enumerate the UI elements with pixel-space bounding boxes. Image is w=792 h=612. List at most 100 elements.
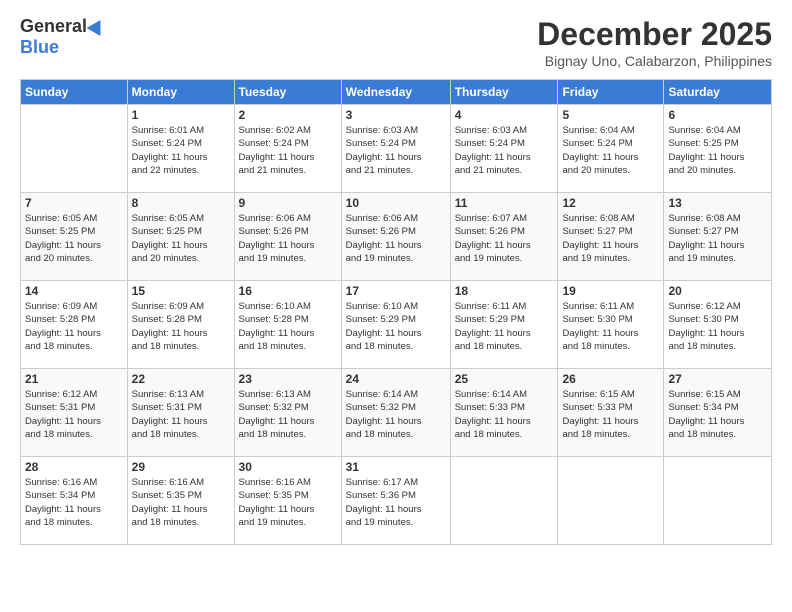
calendar-cell: 21 Sunrise: 6:12 AM Sunset: 5:31 PM Dayli… bbox=[21, 369, 128, 457]
day-info: Sunrise: 6:10 AM Sunset: 5:28 PM Dayligh… bbox=[239, 301, 315, 352]
day-number: 26 bbox=[562, 372, 659, 386]
calendar-cell: 17 Sunrise: 6:10 AM Sunset: 5:29 PM Dayli… bbox=[341, 281, 450, 369]
logo: General Blue bbox=[20, 16, 105, 58]
calendar-cell: 16Sunrise: 6:10 AM Sunset: 5:28 PM Dayli… bbox=[234, 281, 341, 369]
logo-blue-text: Blue bbox=[20, 37, 59, 58]
day-info: Sunrise: 6:09 AM Sunset: 5:28 PM Dayligh… bbox=[132, 301, 208, 352]
day-info: Sunrise: 6:13 AM Sunset: 5:32 PM Dayligh… bbox=[239, 389, 315, 440]
weekday-header: Thursday bbox=[450, 80, 558, 105]
day-number: 2 bbox=[239, 108, 337, 122]
logo-general-text: General bbox=[20, 16, 87, 37]
page-container: General Blue December 2025 Bignay Uno, C… bbox=[0, 0, 792, 555]
day-info: Sunrise: 6:14 AM Sunset: 5:33 PM Dayligh… bbox=[455, 389, 531, 440]
day-info: Sunrise: 6:04 AM Sunset: 5:25 PM Dayligh… bbox=[668, 125, 744, 176]
weekday-header: Tuesday bbox=[234, 80, 341, 105]
calendar-cell: 14Sunrise: 6:09 AM Sunset: 5:28 PM Dayli… bbox=[21, 281, 128, 369]
calendar-cell: 5Sunrise: 6:04 AM Sunset: 5:24 PM Daylig… bbox=[558, 105, 664, 193]
calendar-week-row: 14Sunrise: 6:09 AM Sunset: 5:28 PM Dayli… bbox=[21, 281, 772, 369]
day-number: 29 bbox=[132, 460, 230, 474]
calendar-cell: 2 Sunrise: 6:02 AM Sunset: 5:24 PM Daylig… bbox=[234, 105, 341, 193]
calendar-cell: 12 Sunrise: 6:08 AM Sunset: 5:27 PM Dayli… bbox=[558, 193, 664, 281]
day-info: Sunrise: 6:03 AM Sunset: 5:24 PM Dayligh… bbox=[346, 125, 422, 176]
calendar-cell: 1 Sunrise: 6:01 AM Sunset: 5:24 PM Daylig… bbox=[127, 105, 234, 193]
calendar-header-row: SundayMondayTuesdayWednesdayThursdayFrid… bbox=[21, 80, 772, 105]
calendar-cell bbox=[664, 457, 772, 545]
weekday-header: Friday bbox=[558, 80, 664, 105]
day-info: Sunrise: 6:08 AM Sunset: 5:27 PM Dayligh… bbox=[562, 213, 638, 264]
calendar-cell: 18 Sunrise: 6:11 AM Sunset: 5:29 PM Dayli… bbox=[450, 281, 558, 369]
day-number: 28 bbox=[25, 460, 123, 474]
day-info: Sunrise: 6:05 AM Sunset: 5:25 PM Dayligh… bbox=[132, 213, 208, 264]
day-info: Sunrise: 6:11 AM Sunset: 5:30 PM Dayligh… bbox=[562, 301, 638, 352]
day-number: 4 bbox=[455, 108, 554, 122]
location-title: Bignay Uno, Calabarzon, Philippines bbox=[537, 53, 772, 69]
day-info: Sunrise: 6:16 AM Sunset: 5:35 PM Dayligh… bbox=[239, 477, 315, 528]
day-info: Sunrise: 6:02 AM Sunset: 5:24 PM Dayligh… bbox=[239, 125, 315, 176]
calendar-cell: 4Sunrise: 6:03 AM Sunset: 5:24 PM Daylig… bbox=[450, 105, 558, 193]
day-info: Sunrise: 6:07 AM Sunset: 5:26 PM Dayligh… bbox=[455, 213, 531, 264]
day-info: Sunrise: 6:15 AM Sunset: 5:34 PM Dayligh… bbox=[668, 389, 744, 440]
calendar-cell: 10 Sunrise: 6:06 AM Sunset: 5:26 PM Dayli… bbox=[341, 193, 450, 281]
calendar-cell: 29Sunrise: 6:16 AM Sunset: 5:35 PM Dayli… bbox=[127, 457, 234, 545]
calendar-cell: 31 Sunrise: 6:17 AM Sunset: 5:36 PM Dayli… bbox=[341, 457, 450, 545]
day-number: 27 bbox=[668, 372, 767, 386]
calendar-cell: 11 Sunrise: 6:07 AM Sunset: 5:26 PM Dayli… bbox=[450, 193, 558, 281]
day-info: Sunrise: 6:10 AM Sunset: 5:29 PM Dayligh… bbox=[346, 301, 422, 352]
calendar-cell bbox=[450, 457, 558, 545]
calendar-cell: 9 Sunrise: 6:06 AM Sunset: 5:26 PM Daylig… bbox=[234, 193, 341, 281]
day-info: Sunrise: 6:09 AM Sunset: 5:28 PM Dayligh… bbox=[25, 301, 101, 352]
day-number: 5 bbox=[562, 108, 659, 122]
calendar-cell: 24Sunrise: 6:14 AM Sunset: 5:32 PM Dayli… bbox=[341, 369, 450, 457]
day-number: 18 bbox=[455, 284, 554, 298]
day-number: 17 bbox=[346, 284, 446, 298]
calendar-cell: 30Sunrise: 6:16 AM Sunset: 5:35 PM Dayli… bbox=[234, 457, 341, 545]
day-number: 6 bbox=[668, 108, 767, 122]
calendar-cell: 3 Sunrise: 6:03 AM Sunset: 5:24 PM Daylig… bbox=[341, 105, 450, 193]
calendar-cell bbox=[558, 457, 664, 545]
calendar-cell: 25Sunrise: 6:14 AM Sunset: 5:33 PM Dayli… bbox=[450, 369, 558, 457]
calendar-cell bbox=[21, 105, 128, 193]
day-info: Sunrise: 6:12 AM Sunset: 5:30 PM Dayligh… bbox=[668, 301, 744, 352]
weekday-header: Monday bbox=[127, 80, 234, 105]
day-info: Sunrise: 6:15 AM Sunset: 5:33 PM Dayligh… bbox=[562, 389, 638, 440]
day-info: Sunrise: 6:12 AM Sunset: 5:31 PM Dayligh… bbox=[25, 389, 101, 440]
day-number: 11 bbox=[455, 196, 554, 210]
day-info: Sunrise: 6:17 AM Sunset: 5:36 PM Dayligh… bbox=[346, 477, 422, 528]
day-number: 21 bbox=[25, 372, 123, 386]
logo-triangle-icon bbox=[87, 15, 108, 35]
day-number: 19 bbox=[562, 284, 659, 298]
day-number: 7 bbox=[25, 196, 123, 210]
day-number: 31 bbox=[346, 460, 446, 474]
calendar-cell: 7 Sunrise: 6:05 AM Sunset: 5:25 PM Daylig… bbox=[21, 193, 128, 281]
day-number: 20 bbox=[668, 284, 767, 298]
calendar-cell: 28 Sunrise: 6:16 AM Sunset: 5:34 PM Dayli… bbox=[21, 457, 128, 545]
day-number: 15 bbox=[132, 284, 230, 298]
day-number: 24 bbox=[346, 372, 446, 386]
day-number: 3 bbox=[346, 108, 446, 122]
calendar-table: SundayMondayTuesdayWednesdayThursdayFrid… bbox=[20, 79, 772, 545]
weekday-header: Wednesday bbox=[341, 80, 450, 105]
day-info: Sunrise: 6:05 AM Sunset: 5:25 PM Dayligh… bbox=[25, 213, 101, 264]
day-number: 13 bbox=[668, 196, 767, 210]
day-info: Sunrise: 6:06 AM Sunset: 5:26 PM Dayligh… bbox=[239, 213, 315, 264]
calendar-cell: 8Sunrise: 6:05 AM Sunset: 5:25 PM Daylig… bbox=[127, 193, 234, 281]
calendar-cell: 22Sunrise: 6:13 AM Sunset: 5:31 PM Dayli… bbox=[127, 369, 234, 457]
day-number: 12 bbox=[562, 196, 659, 210]
day-number: 10 bbox=[346, 196, 446, 210]
calendar-cell: 23Sunrise: 6:13 AM Sunset: 5:32 PM Dayli… bbox=[234, 369, 341, 457]
calendar-cell: 15 Sunrise: 6:09 AM Sunset: 5:28 PM Dayli… bbox=[127, 281, 234, 369]
day-info: Sunrise: 6:06 AM Sunset: 5:26 PM Dayligh… bbox=[346, 213, 422, 264]
calendar-cell: 20 Sunrise: 6:12 AM Sunset: 5:30 PM Dayli… bbox=[664, 281, 772, 369]
calendar-week-row: 21 Sunrise: 6:12 AM Sunset: 5:31 PM Dayli… bbox=[21, 369, 772, 457]
title-block: December 2025 Bignay Uno, Calabarzon, Ph… bbox=[537, 16, 772, 69]
day-number: 1 bbox=[132, 108, 230, 122]
day-number: 9 bbox=[239, 196, 337, 210]
day-info: Sunrise: 6:01 AM Sunset: 5:24 PM Dayligh… bbox=[132, 125, 208, 176]
calendar-cell: 27 Sunrise: 6:15 AM Sunset: 5:34 PM Dayli… bbox=[664, 369, 772, 457]
day-info: Sunrise: 6:16 AM Sunset: 5:34 PM Dayligh… bbox=[25, 477, 101, 528]
calendar-week-row: 7 Sunrise: 6:05 AM Sunset: 5:25 PM Daylig… bbox=[21, 193, 772, 281]
calendar-cell: 13Sunrise: 6:08 AM Sunset: 5:27 PM Dayli… bbox=[664, 193, 772, 281]
weekday-header: Sunday bbox=[21, 80, 128, 105]
calendar-cell: 6 Sunrise: 6:04 AM Sunset: 5:25 PM Daylig… bbox=[664, 105, 772, 193]
day-info: Sunrise: 6:11 AM Sunset: 5:29 PM Dayligh… bbox=[455, 301, 531, 352]
